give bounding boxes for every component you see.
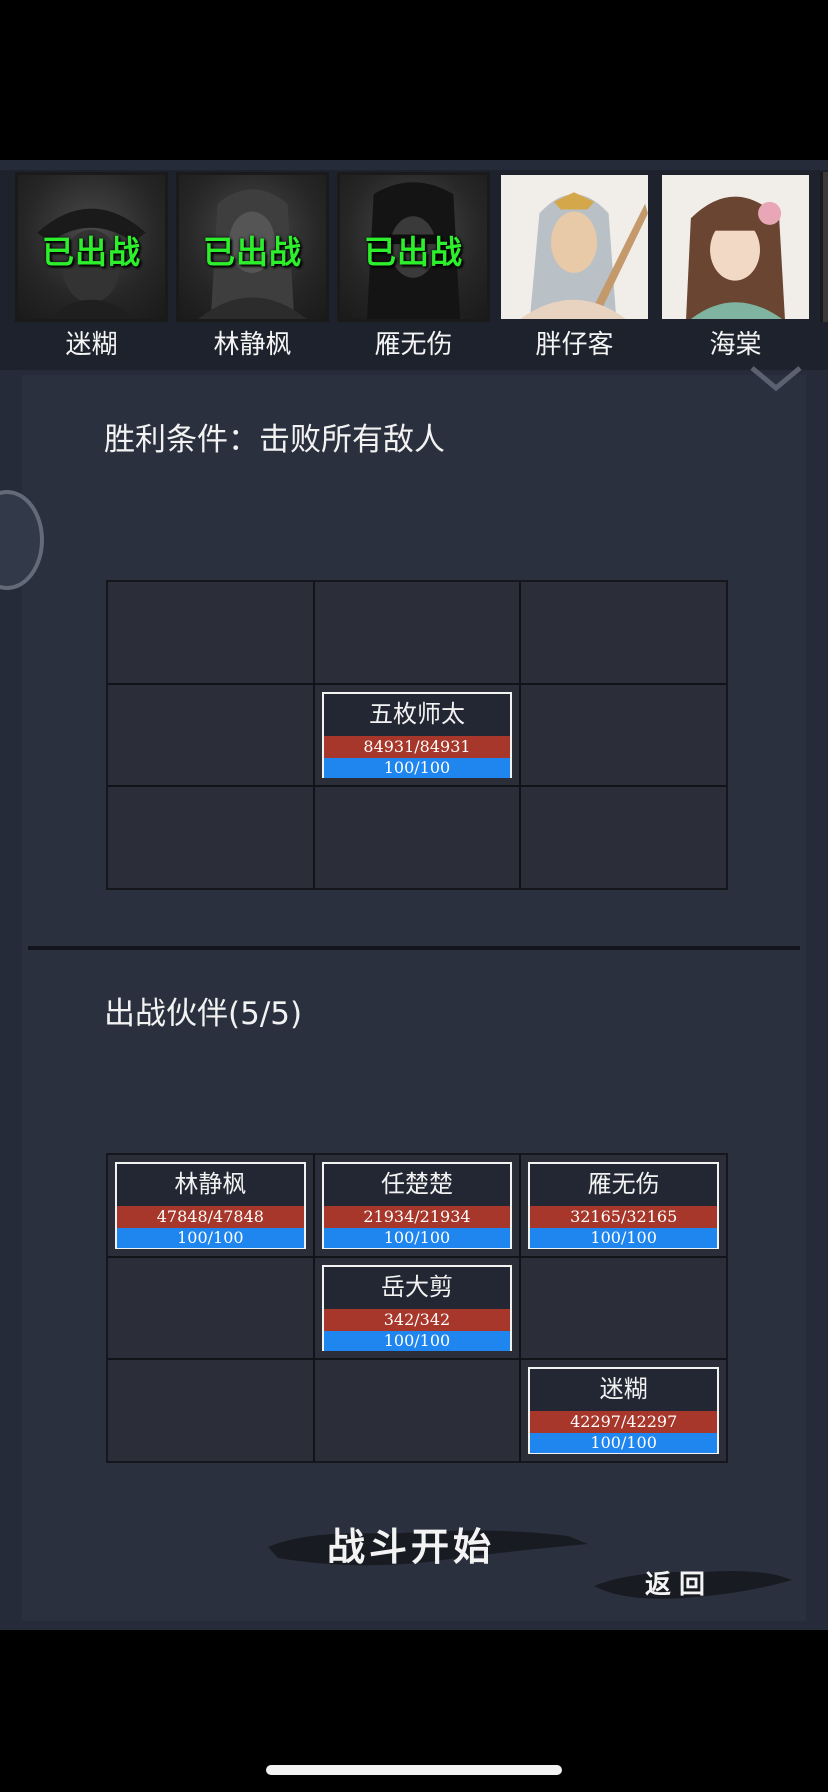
hero-name-1: 林静枫: [213, 330, 292, 360]
victory-condition: 胜利条件：击败所有敌人: [104, 422, 445, 458]
enemy-cell: [108, 787, 313, 888]
party-unit-card[interactable]: 雁无伤 32165/32165 100/100: [528, 1162, 719, 1249]
enemy-cell: [521, 684, 726, 786]
mp-bar: 100/100: [323, 757, 511, 778]
party-unit-card[interactable]: 林静枫 47848/47848 100/100: [115, 1162, 306, 1249]
party-cell[interactable]: 岳大剪 342/342 100/100: [314, 1257, 520, 1359]
deployed-tag: 已出战: [41, 233, 141, 271]
enemy-cell: [108, 582, 313, 683]
mp-bar: 100/100: [530, 1228, 717, 1248]
hp-bar: 32165/32165: [530, 1206, 717, 1228]
party-cell[interactable]: [108, 1257, 313, 1359]
enemy-formation-grid: 五枚师太 84931/84931 100/100: [106, 580, 728, 890]
party-cell[interactable]: 任楚楚 21934/21934 100/100: [314, 1155, 520, 1256]
party-cell[interactable]: 迷糊 42297/42297 100/100: [521, 1360, 726, 1461]
party-cell[interactable]: [314, 1360, 520, 1461]
hero-portrait-1[interactable]: 已出战: [176, 172, 329, 322]
party-formation-grid: 林静枫 47848/47848 100/100 任楚楚 21934/21934 …: [106, 1153, 728, 1463]
hero-name-4: 海棠: [709, 330, 762, 360]
hero-portrait-4[interactable]: [659, 172, 812, 322]
enemy-cell: [314, 787, 520, 888]
mp-bar: 100/100: [323, 1228, 511, 1248]
mp-bar: 100/100: [530, 1433, 717, 1454]
hero-name-0: 迷糊: [65, 330, 118, 360]
hero-portrait-0[interactable]: 已出战: [15, 172, 168, 322]
hp-bar: 342/342: [323, 1308, 511, 1331]
enemy-cell[interactable]: 五枚师太 84931/84931 100/100: [314, 684, 520, 786]
hero-name-3: 胖仔客: [535, 330, 614, 360]
hero-name-2: 雁无伤: [374, 330, 453, 360]
deployed-tag: 已出战: [363, 233, 463, 271]
hp-bar: 21934/21934: [323, 1206, 511, 1228]
home-indicator[interactable]: [266, 1765, 562, 1775]
start-battle-label: 战斗开始: [326, 1524, 495, 1569]
hero-sketch-icon: [686, 196, 785, 319]
hp-bar: 84931/84931: [323, 735, 511, 758]
hero-sketch-icon: [520, 192, 648, 319]
party-cell[interactable]: 林静枫 47848/47848 100/100: [108, 1155, 313, 1256]
enemy-cell: [521, 582, 726, 683]
hp-bar: 42297/42297: [530, 1411, 717, 1434]
mp-bar: 100/100: [117, 1228, 304, 1248]
party-unit-card[interactable]: 任楚楚 21934/21934 100/100: [321, 1162, 513, 1249]
unit-name: 岳大剪: [380, 1272, 453, 1301]
unit-name: 迷糊: [599, 1375, 648, 1404]
back-label: 返回: [644, 1570, 713, 1600]
deployed-tag: 已出战: [202, 233, 302, 271]
top-status-area: [0, 0, 828, 160]
unit-name: 雁无伤: [587, 1170, 660, 1198]
party-title: 出战伙伴(5/5): [104, 996, 303, 1032]
party-cell[interactable]: [521, 1257, 726, 1359]
enemy-unit-card[interactable]: 五枚师太 84931/84931 100/100: [321, 691, 513, 779]
party-cell[interactable]: [108, 1360, 313, 1461]
unit-name: 五枚师太: [368, 699, 465, 728]
chevron-down-icon[interactable]: [748, 364, 804, 392]
start-battle-button[interactable]: 战斗开始: [268, 1510, 588, 1580]
unit-name: 林静枫: [174, 1170, 247, 1198]
section-divider: [28, 946, 800, 950]
party-cell[interactable]: 雁无伤 32165/32165 100/100: [521, 1155, 726, 1256]
party-unit-card[interactable]: 迷糊 42297/42297 100/100: [528, 1367, 719, 1454]
hero-portrait-partial[interactable]: [820, 172, 828, 322]
unit-name: 任楚楚: [380, 1170, 453, 1198]
hp-bar: 47848/47848: [117, 1206, 304, 1228]
hero-portrait-3[interactable]: [498, 172, 651, 322]
party-unit-card[interactable]: 岳大剪 342/342 100/100: [321, 1264, 513, 1352]
enemy-cell: [314, 582, 520, 683]
enemy-cell: [521, 787, 726, 888]
enemy-cell: [108, 684, 313, 786]
mp-bar: 100/100: [323, 1330, 511, 1351]
back-button[interactable]: 返回: [594, 1558, 794, 1610]
hero-portrait-2[interactable]: 已出战: [337, 172, 490, 322]
